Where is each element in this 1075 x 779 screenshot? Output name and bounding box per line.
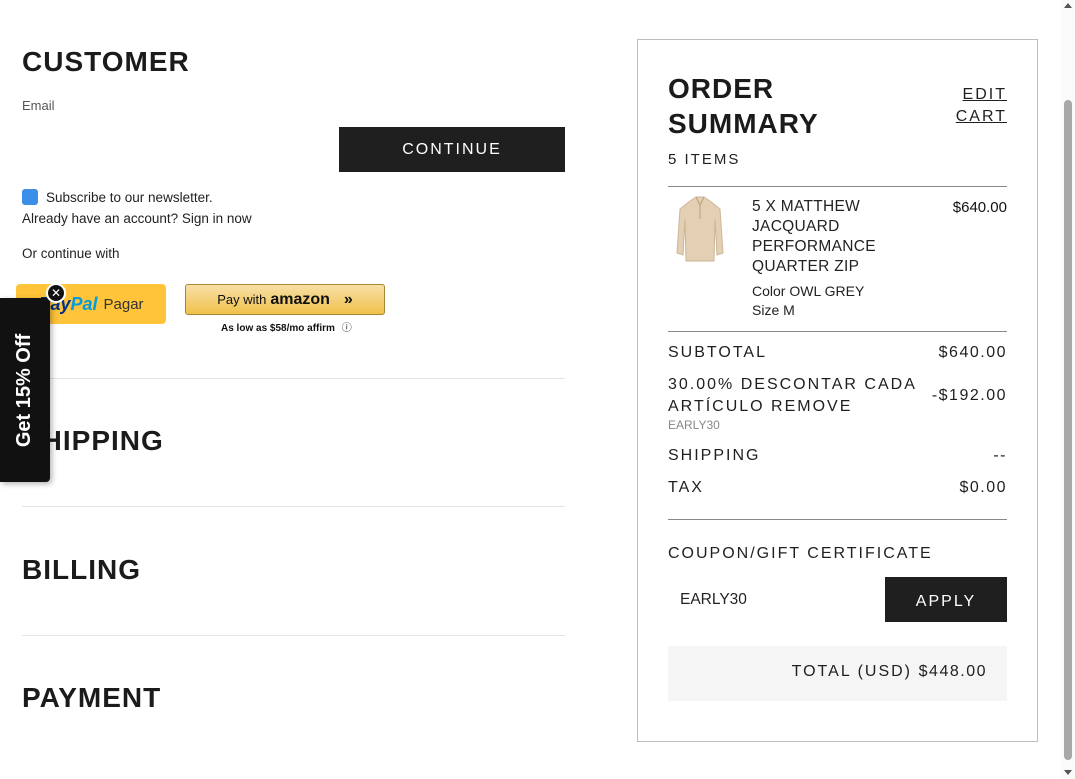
edit-cart-link[interactable]: EDIT CART xyxy=(947,84,1007,128)
billing-section-title: BILLING xyxy=(22,554,141,585)
shipping-cost-label: SHIPPING xyxy=(668,447,761,464)
affirm-promo: As low as $58/mo affirm ⓘ xyxy=(221,319,352,334)
total-label: TOTAL (USD) xyxy=(791,663,912,680)
coupon-input[interactable] xyxy=(668,577,878,622)
tax-label: TAX xyxy=(668,479,704,496)
product-color: Color OWL GREY xyxy=(752,283,865,299)
subtotal-value: $640.00 xyxy=(938,344,1007,361)
summary-divider xyxy=(668,186,1007,187)
newsletter-checkbox[interactable] xyxy=(22,189,38,205)
promo-tab-text: Get 15% Off xyxy=(13,333,36,447)
amazon-pay-button[interactable]: Pay with amazon » xyxy=(185,284,385,315)
sign-in-link[interactable]: Sign in now xyxy=(182,211,252,226)
page-scrollbar[interactable] xyxy=(1061,0,1075,779)
shipping-cost-value: -- xyxy=(993,447,1007,464)
amazon-pay-prefix: Pay with xyxy=(217,292,267,307)
info-icon[interactable]: ⓘ xyxy=(342,323,352,334)
scroll-up-icon[interactable] xyxy=(1064,3,1072,8)
total-box: TOTAL (USD) $448.00 xyxy=(668,646,1007,701)
product-thumbnail xyxy=(676,196,724,262)
order-summary-panel: ORDER SUMMARY EDIT CART 5 ITEMS 5 X MATT… xyxy=(637,39,1038,742)
affirm-logo: affirm xyxy=(307,323,335,334)
product-price: $640.00 xyxy=(952,199,1007,216)
customer-section-title: CUSTOMER xyxy=(22,46,190,77)
scroll-down-icon[interactable] xyxy=(1064,770,1072,775)
amazon-logo: amazon xyxy=(270,290,330,308)
email-label: Email xyxy=(22,98,55,113)
continue-button[interactable]: CONTINUE xyxy=(339,127,565,172)
paypal-logo-pal: Pal xyxy=(70,293,98,314)
tax-value: $0.00 xyxy=(959,479,1007,496)
payment-section-title: PAYMENT xyxy=(22,682,162,713)
order-summary-title: ORDER SUMMARY xyxy=(668,73,819,139)
total-value: $448.00 xyxy=(918,663,987,680)
newsletter-label: Subscribe to our newsletter. xyxy=(46,189,213,205)
discount-value: -$192.00 xyxy=(931,387,1007,404)
summary-divider xyxy=(668,519,1007,520)
affirm-text: As low as $58/mo xyxy=(221,323,305,334)
account-prompt: Already have an account? Sign in now xyxy=(22,211,252,226)
product-name: 5 X MATTHEW JACQUARD PERFORMANCE QUARTER… xyxy=(752,198,876,275)
close-icon[interactable]: ✕ xyxy=(46,283,66,303)
or-continue-label: Or continue with xyxy=(22,246,120,261)
scrollbar-thumb[interactable] xyxy=(1064,100,1072,760)
summary-divider xyxy=(668,331,1007,332)
section-divider xyxy=(22,506,565,507)
discount-label: 30.00% DESCONTAR CADA ARTÍCULO REMOVE xyxy=(668,376,916,415)
promo-discount-tab[interactable]: Get 15% Off xyxy=(0,298,50,482)
section-divider xyxy=(22,635,565,636)
section-divider xyxy=(22,378,565,379)
subtotal-label: SUBTOTAL xyxy=(668,344,767,361)
newsletter-row[interactable]: Subscribe to our newsletter. xyxy=(22,189,213,205)
discount-code: EARLY30 xyxy=(668,418,720,432)
apply-coupon-button[interactable]: APPLY xyxy=(885,577,1007,622)
product-size: Size M xyxy=(752,302,795,318)
chevron-double-right-icon: » xyxy=(343,290,353,308)
coupon-label: COUPON/GIFT CERTIFICATE xyxy=(668,545,933,562)
paypal-label: Pagar xyxy=(103,295,144,313)
account-prompt-text: Already have an account? xyxy=(22,211,182,226)
items-count: 5 ITEMS xyxy=(668,151,741,168)
